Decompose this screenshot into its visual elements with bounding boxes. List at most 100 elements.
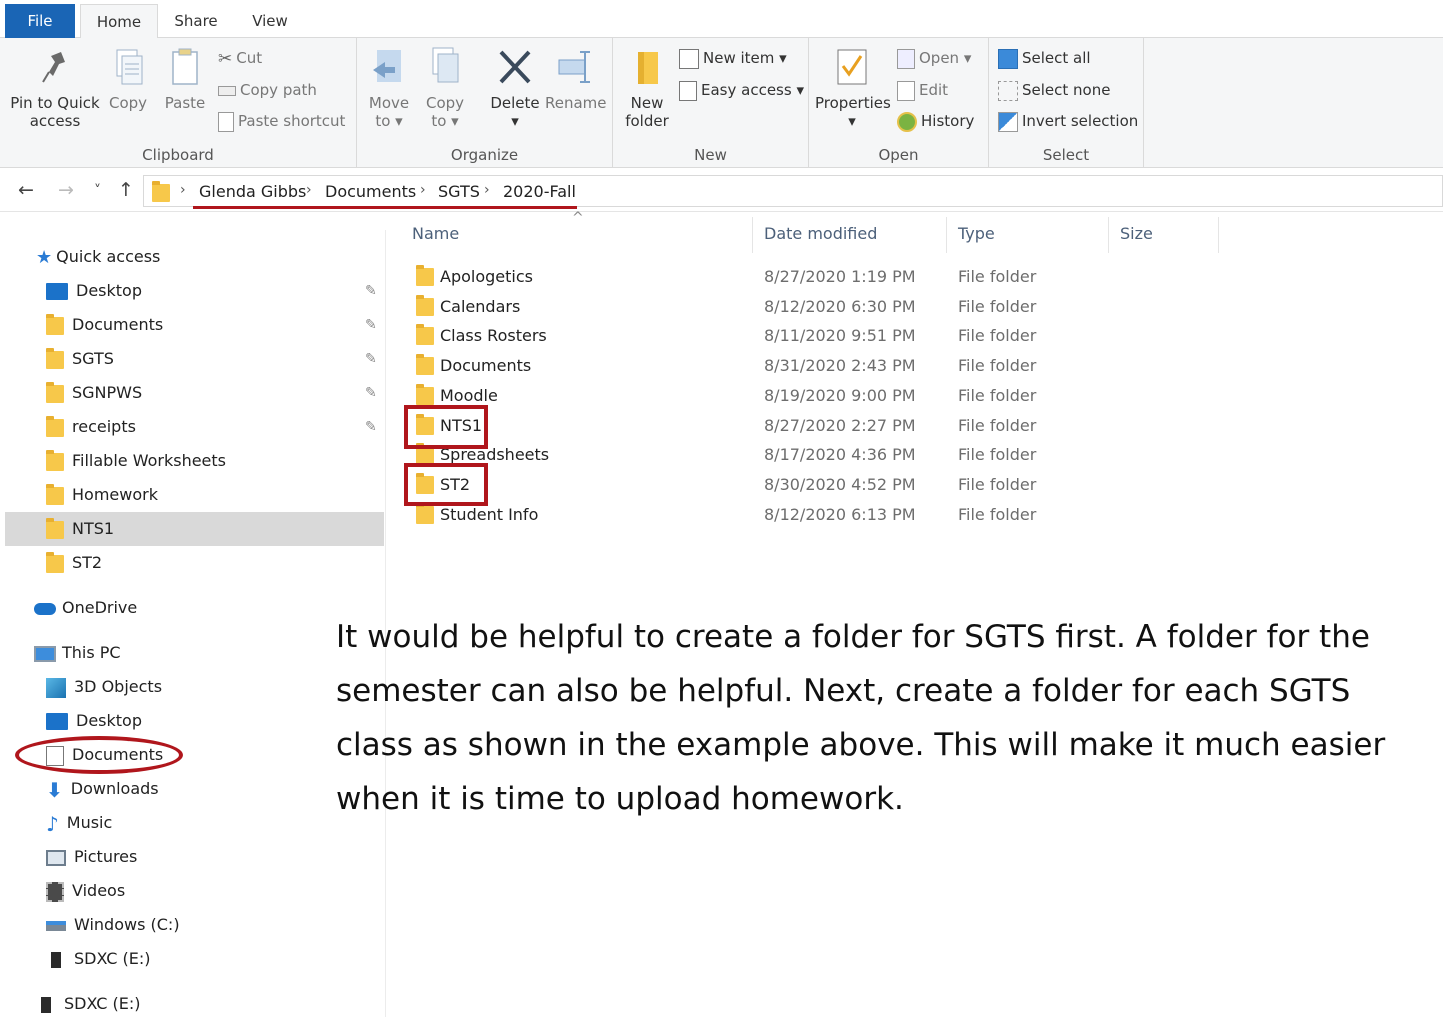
new-item-label: New item ▾ bbox=[703, 49, 787, 67]
folder-icon bbox=[416, 324, 434, 345]
nav-quick-access[interactable]: ★ Quick access bbox=[36, 240, 160, 274]
nav-st2[interactable]: ST2 bbox=[46, 546, 102, 580]
pin-icon bbox=[42, 52, 65, 83]
nav-label: Quick access bbox=[56, 247, 161, 266]
history-button[interactable]: History bbox=[897, 109, 974, 133]
copy-icon bbox=[116, 49, 143, 85]
invert-selection-button[interactable]: Invert selection bbox=[998, 109, 1138, 133]
forward-button[interactable]: → bbox=[58, 179, 74, 201]
nav-pinned-sgnpws[interactable]: SGNPWS bbox=[46, 376, 142, 410]
nav-downloads[interactable]: ⬇ Downloads bbox=[46, 772, 159, 806]
nav-windows-c[interactable]: Windows (C:) bbox=[46, 908, 180, 942]
nav-pictures[interactable]: Pictures bbox=[46, 840, 137, 874]
copy-button[interactable]: Copy bbox=[106, 46, 150, 112]
new-item-button[interactable]: New item ▾ bbox=[679, 46, 787, 70]
nav-3d-objects[interactable]: 3D Objects bbox=[46, 670, 162, 704]
nav-pinned-sgts[interactable]: SGTS bbox=[46, 342, 114, 376]
sd-card-icon bbox=[41, 996, 51, 1013]
file-type: File folder bbox=[958, 445, 1037, 464]
nav-this-pc[interactable]: This PC bbox=[34, 636, 121, 670]
nav-label: Pictures bbox=[74, 847, 138, 866]
nav-desktop[interactable]: Desktop bbox=[46, 704, 142, 738]
nav-pinned-receipts[interactable]: receipts bbox=[46, 410, 136, 444]
column-header-size[interactable]: Size bbox=[1120, 224, 1153, 243]
drive-icon bbox=[46, 920, 66, 931]
copy-path-button[interactable]: Copy path bbox=[218, 78, 317, 102]
open-group: Properties ▾ Open ▾ Edit History Open bbox=[809, 38, 989, 168]
file-row[interactable]: Class Rosters 8/11/2020 9:51 PM File fol… bbox=[410, 321, 1210, 351]
instruction-text: It would be helpful to create a folder f… bbox=[336, 610, 1396, 826]
nav-pinned-desktop[interactable]: Desktop bbox=[46, 274, 142, 308]
properties-button[interactable]: Properties ▾ bbox=[815, 46, 891, 130]
nav-homework[interactable]: Homework bbox=[46, 478, 158, 512]
rename-button[interactable]: Rename bbox=[545, 46, 607, 112]
open-icon bbox=[897, 48, 915, 69]
up-button[interactable]: ↑ bbox=[118, 179, 134, 201]
tab-share[interactable]: Share bbox=[166, 4, 226, 38]
nav-pinned-documents[interactable]: Documents bbox=[46, 308, 163, 342]
nav-sdxc-e-root[interactable]: SDXC (E:) bbox=[36, 987, 141, 1017]
rename-label: Rename bbox=[545, 94, 607, 112]
nav-music[interactable]: ♪ Music bbox=[46, 806, 112, 840]
file-row[interactable]: Spreadsheets 8/17/2020 4:36 PM File fold… bbox=[410, 440, 1210, 470]
recent-locations-button[interactable]: ˅ bbox=[94, 183, 101, 199]
breadcrumb-sgts[interactable]: SGTS bbox=[438, 182, 480, 201]
file-name: Class Rosters bbox=[440, 326, 547, 345]
new-folder-label-2: folder bbox=[625, 112, 669, 130]
instruction-line: class as shown in the example above. Thi… bbox=[336, 727, 1386, 763]
nav-videos[interactable]: Videos bbox=[46, 874, 125, 908]
back-button[interactable]: ← bbox=[18, 179, 34, 201]
copy-to-label-1: Copy bbox=[425, 94, 465, 112]
file-row[interactable]: Calendars 8/12/2020 6:30 PM File folder bbox=[410, 292, 1210, 322]
column-divider bbox=[1218, 217, 1219, 253]
nav-label: SGTS bbox=[72, 349, 114, 368]
file-row[interactable]: Apologetics 8/27/2020 1:19 PM File folde… bbox=[410, 262, 1210, 292]
tab-view[interactable]: View bbox=[242, 4, 298, 38]
easy-access-button[interactable]: Easy access ▾ bbox=[679, 78, 804, 102]
file-row[interactable]: ST2 8/30/2020 4:52 PM File folder bbox=[410, 470, 1210, 500]
new-folder-icon bbox=[638, 52, 658, 84]
breadcrumb-glenda-gibbs[interactable]: Glenda Gibbs bbox=[199, 182, 306, 201]
tab-file[interactable]: File bbox=[5, 4, 75, 38]
column-header-name[interactable]: Name bbox=[412, 224, 459, 243]
select-all-button[interactable]: Select all bbox=[998, 46, 1091, 70]
properties-icon bbox=[837, 49, 867, 85]
open-button[interactable]: Open ▾ bbox=[897, 46, 971, 70]
file-row[interactable]: Student Info 8/12/2020 6:13 PM File fold… bbox=[410, 500, 1210, 530]
edit-button[interactable]: Edit bbox=[897, 78, 948, 102]
tab-home[interactable]: Home bbox=[80, 4, 158, 39]
properties-label-2: ▾ bbox=[848, 112, 856, 130]
nav-sdxc-e[interactable]: SDXC (E:) bbox=[46, 942, 151, 976]
select-none-button[interactable]: Select none bbox=[998, 78, 1110, 102]
column-header-type[interactable]: Type bbox=[958, 224, 995, 243]
nav-fillable-worksheets[interactable]: Fillable Worksheets bbox=[46, 444, 226, 478]
move-to-icon bbox=[373, 50, 401, 82]
move-to-button[interactable]: Move to ▾ bbox=[367, 46, 411, 130]
file-row[interactable]: Moodle 8/19/2020 9:00 PM File folder bbox=[410, 381, 1210, 411]
nav-onedrive[interactable]: OneDrive bbox=[34, 591, 137, 625]
address-bar[interactable]: › Glenda Gibbs › Documents › SGTS › 2020… bbox=[143, 175, 1443, 207]
nav-label: SGNPWS bbox=[72, 383, 143, 402]
paste-button[interactable]: Paste bbox=[162, 46, 208, 112]
column-divider bbox=[1108, 217, 1109, 253]
nav-nts1[interactable]: NTS1 bbox=[5, 512, 384, 546]
pin-label-2: access bbox=[29, 112, 81, 130]
delete-button[interactable]: Delete ▾ bbox=[487, 46, 543, 130]
breadcrumb-documents[interactable]: Documents bbox=[325, 182, 416, 201]
column-divider bbox=[946, 217, 947, 253]
file-row[interactable]: NTS1 8/27/2020 2:27 PM File folder bbox=[410, 411, 1210, 441]
copy-to-button[interactable]: Copy to ▾ bbox=[423, 46, 467, 130]
file-date: 8/11/2020 9:51 PM bbox=[764, 326, 916, 345]
file-row[interactable]: Documents 8/31/2020 2:43 PM File folder bbox=[410, 351, 1210, 381]
folder-icon bbox=[46, 381, 64, 403]
cube-icon bbox=[46, 677, 66, 698]
instruction-line: semester can also be helpful. Next, crea… bbox=[336, 673, 1351, 709]
file-type: File folder bbox=[958, 267, 1037, 286]
column-header-date-modified[interactable]: Date modified bbox=[764, 224, 877, 243]
breadcrumb-2020-fall[interactable]: 2020-Fall bbox=[503, 182, 576, 201]
new-folder-button[interactable]: New folder bbox=[623, 46, 671, 130]
cut-button[interactable]: ✂ Cut bbox=[218, 46, 262, 70]
file-date: 8/17/2020 4:36 PM bbox=[764, 445, 916, 464]
paste-shortcut-button[interactable]: Paste shortcut bbox=[218, 109, 345, 133]
pin-to-quick-access-button[interactable]: Pin to Quick access bbox=[8, 46, 102, 130]
